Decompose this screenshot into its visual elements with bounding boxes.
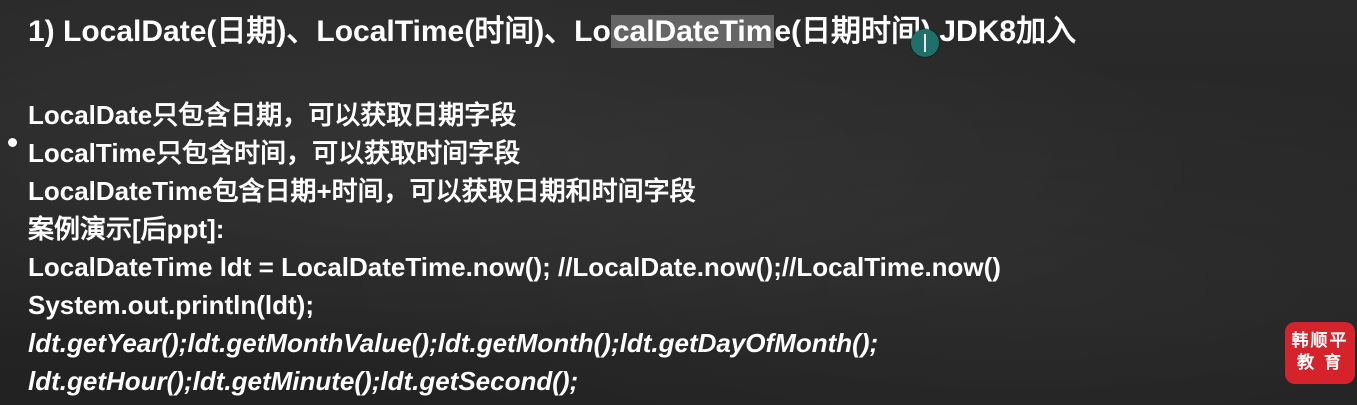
line-localdate: LocalDate只包含日期，可以获取日期字段 <box>28 100 517 130</box>
line-localdatetime: LocalDateTime包含日期+时间，可以获取日期和时间字段 <box>28 176 696 206</box>
logo-line-1: 韩顺平 <box>1291 331 1349 351</box>
content-lines: LocalDate只包含日期，可以获取日期字段 LocalTime只包含时间，可… <box>28 96 1001 400</box>
line-localtime: LocalTime只包含时间，可以获取时间字段 <box>28 138 521 168</box>
code-line-time-getters: ldt.getHour();ldt.getMinute();ldt.getSec… <box>28 366 579 396</box>
code-line-date-getters: ldt.getYear();ldt.getMonthValue();ldt.ge… <box>28 328 879 358</box>
logo-line-2: 教育 <box>1297 353 1351 373</box>
code-line-println: System.out.println(ldt); <box>28 290 314 320</box>
brand-logo: 韩顺平 教育 <box>1285 322 1355 384</box>
bullet-dot-icon <box>8 138 17 147</box>
text-cursor-icon <box>911 29 939 57</box>
slide: 1) LocalDate(日期)、LocalTime(时间)、LocalDate… <box>0 0 1357 405</box>
line-demo-heading: 案例演示[后ppt]: <box>28 214 225 244</box>
title-selected-text[interactable]: calDateTim <box>610 15 775 48</box>
title-text-before: 1) LocalDate(日期)、LocalTime(时间)、Lo <box>28 15 611 48</box>
code-line-now: LocalDateTime ldt = LocalDateTime.now();… <box>28 252 1001 282</box>
